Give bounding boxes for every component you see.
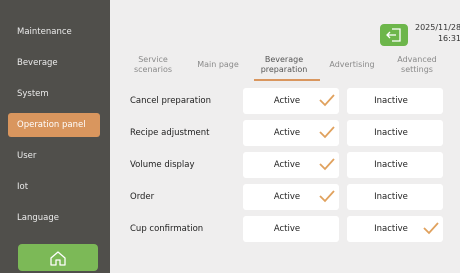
setting-label-volume-display: Volume display [130,160,195,170]
active-option[interactable]: Active [243,120,339,146]
sidebar: Maintenance Beverage System Operation pa… [0,0,110,273]
check-icon [319,158,335,171]
datetime: 2025/11/28 16:31 [415,22,460,44]
home-button[interactable] [18,244,98,271]
date-text: 2025/11/28 [415,23,460,32]
tab-label-line2: settings [401,65,433,74]
option-text: Active [273,224,301,234]
check-icon [423,222,439,235]
tab-label-line1: Advertising [329,60,375,69]
tab-service-scenarios[interactable]: Service scenarios [124,52,182,78]
active-option[interactable]: Active [243,88,339,114]
option-text: Inactive [374,160,408,170]
active-tab-underline [254,79,320,81]
main-panel: 2025/11/28 16:31 Service scenarios Main p… [110,0,460,273]
time-text: 16:31 [437,34,460,43]
sidebar-item-iot[interactable]: Iot [8,175,100,199]
sidebar-item-maintenance[interactable]: Maintenance [8,20,100,44]
option-text: Inactive [374,192,408,202]
sidebar-item-system[interactable]: System [8,82,100,106]
setting-label-order: Order [130,192,155,202]
tab-advertising[interactable]: Advertising [326,52,378,78]
inactive-option[interactable]: Inactive [347,88,443,114]
sidebar-item-operation-panel[interactable]: Operation panel [8,113,100,137]
tab-label-line1: Beverage [264,55,304,64]
active-option[interactable]: Active [243,216,339,242]
tab-label-line1: Advanced [397,55,437,64]
tab-main-page[interactable]: Main page [194,52,242,78]
tab-label-line2: preparation [260,65,308,74]
exit-icon [386,28,401,42]
option-text: Inactive [374,96,408,106]
option-text: Inactive [374,128,408,138]
option-text: Inactive [374,224,408,234]
option-text: Active [273,96,301,106]
sidebar-item-user[interactable]: User [8,144,100,168]
tab-advanced-settings[interactable]: Advanced settings [390,52,444,78]
setting-label-recipe-adjustment: Recipe adjustment [130,128,210,138]
active-option[interactable]: Active [243,184,339,210]
tab-label-line1: Main page [197,60,239,69]
check-icon [319,94,335,107]
sidebar-item-beverage[interactable]: Beverage [8,51,100,75]
tab-label-line1: Service [138,55,168,64]
option-text: Active [273,160,301,170]
sidebar-item-language[interactable]: Language [8,206,100,230]
option-text: Active [273,192,301,202]
tab-beverage-preparation[interactable]: Beverage preparation [254,52,314,78]
inactive-option[interactable]: Inactive [347,120,443,146]
check-icon [319,126,335,139]
exit-button[interactable] [380,24,408,46]
option-text: Active [273,128,301,138]
inactive-option[interactable]: Inactive [347,152,443,178]
check-icon [319,190,335,203]
inactive-option[interactable]: Inactive [347,216,443,242]
active-option[interactable]: Active [243,152,339,178]
setting-label-cup-confirmation: Cup confirmation [130,224,204,234]
tab-label-line2: scenarios [133,65,173,74]
home-icon [50,250,66,266]
inactive-option[interactable]: Inactive [347,184,443,210]
setting-label-cancel-preparation: Cancel preparation [130,96,212,106]
